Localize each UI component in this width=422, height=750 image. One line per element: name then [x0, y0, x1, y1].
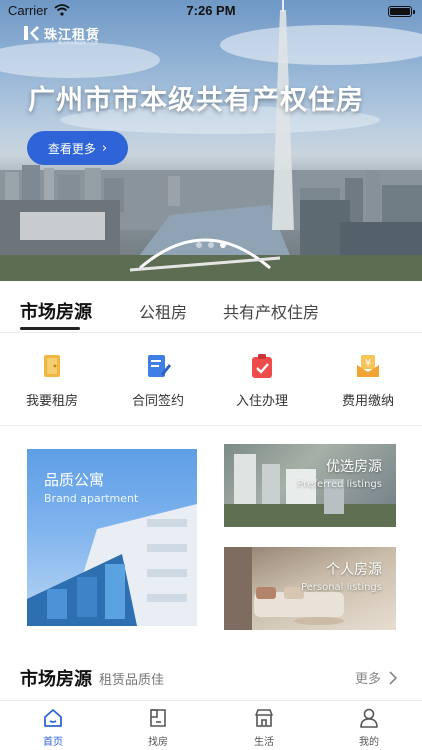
card-preferred-subtitle: Preferred listings	[297, 479, 382, 490]
carousel-dot[interactable]	[208, 242, 214, 248]
find-house-icon	[147, 707, 169, 729]
action-payment[interactable]: ¥ 费用缴纳	[328, 352, 408, 409]
carousel-dot[interactable]	[196, 242, 202, 248]
user-icon	[358, 707, 380, 729]
card-brand-apartment-subtitle: Brand apartment	[44, 492, 139, 505]
brand-mark-icon	[22, 24, 40, 42]
tab-indicator	[20, 327, 80, 330]
clock: 7:26 PM	[186, 3, 236, 18]
svg-text:¥: ¥	[365, 358, 371, 369]
chevron-right-icon: ›	[101, 140, 108, 156]
nav-home-label: 首页	[43, 737, 63, 748]
card-brand-apartment-title: 品质公寓	[44, 471, 105, 489]
hero-title: 广州市市本级共有产权住房	[28, 85, 364, 116]
more-link[interactable]: 更多	[355, 668, 397, 687]
card-preferred-listings[interactable]: 优选房源 Preferred listings	[224, 444, 396, 527]
home-icon	[42, 707, 64, 729]
tab-shared-ownership[interactable]: 共有产权住房	[223, 299, 319, 323]
view-more-label: 查看更多	[47, 141, 96, 156]
section-title: 市场房源	[20, 669, 92, 690]
door-icon	[38, 352, 66, 380]
store-icon	[253, 707, 275, 729]
bottom-navigation: 首页 找房 生活 我的	[0, 700, 422, 750]
carousel-dot-active[interactable]	[220, 242, 226, 248]
section-subtitle: 租赁品质佳	[99, 673, 165, 688]
action-payment-label: 费用缴纳	[341, 394, 394, 409]
tab-market-listings[interactable]: 市场房源	[20, 298, 92, 324]
nav-find-house[interactable]: 找房	[128, 707, 188, 748]
yuan-payment-icon: ¥	[354, 352, 382, 380]
card-personal-title: 个人房源	[326, 562, 382, 578]
status-bar: Carrier 7:26 PM	[0, 0, 422, 24]
tab-public-rental[interactable]: 公租房	[139, 299, 187, 323]
brand-tagline: 珠江实业集团旗下品牌	[58, 40, 98, 45]
nav-home[interactable]: 首页	[23, 707, 83, 748]
view-more-button[interactable]: 查看更多 ›	[27, 131, 128, 165]
battery-icon	[388, 6, 415, 17]
action-contract[interactable]: 合同签约	[118, 352, 198, 409]
contract-pen-icon	[144, 352, 172, 380]
chevron-right-icon	[389, 670, 397, 685]
brand-logo: 珠江租赁 珠江实业集团旗下品牌	[22, 22, 100, 45]
more-label: 更多	[354, 672, 381, 687]
card-brand-apartment[interactable]: 品质公寓 Brand apartment	[27, 449, 197, 626]
card-preferred-title: 优选房源	[326, 459, 382, 475]
category-tabs: 市场房源 公租房 共有产权住房	[0, 281, 422, 333]
quick-actions: 我要租房 合同签约 入住办理 ¥ 费用缴纳	[0, 334, 422, 426]
action-checkin[interactable]: 入住办理	[222, 352, 302, 409]
action-checkin-label: 入住办理	[235, 394, 288, 409]
nav-life[interactable]: 生活	[234, 707, 294, 748]
card-personal-subtitle: Personal listings	[300, 582, 382, 593]
nav-profile-label: 我的	[359, 737, 379, 748]
nav-find-house-label: 找房	[148, 737, 168, 748]
action-rent-label: 我要租房	[25, 394, 78, 409]
carousel-dots[interactable]	[0, 242, 422, 248]
card-personal-listings[interactable]: 个人房源 Personal listings	[224, 547, 396, 630]
nav-profile[interactable]: 我的	[339, 707, 399, 748]
hero-banner[interactable]: Carrier 7:26 PM 珠江租赁 珠江实业集团旗下品牌 广州市市本级共有…	[0, 0, 422, 281]
action-rent[interactable]: 我要租房	[12, 352, 92, 409]
nav-life-label: 生活	[254, 737, 274, 748]
action-contract-label: 合同签约	[131, 394, 184, 409]
clipboard-check-icon	[248, 352, 276, 380]
market-listings-section-header: 市场房源 租赁品质佳 更多	[0, 660, 422, 694]
